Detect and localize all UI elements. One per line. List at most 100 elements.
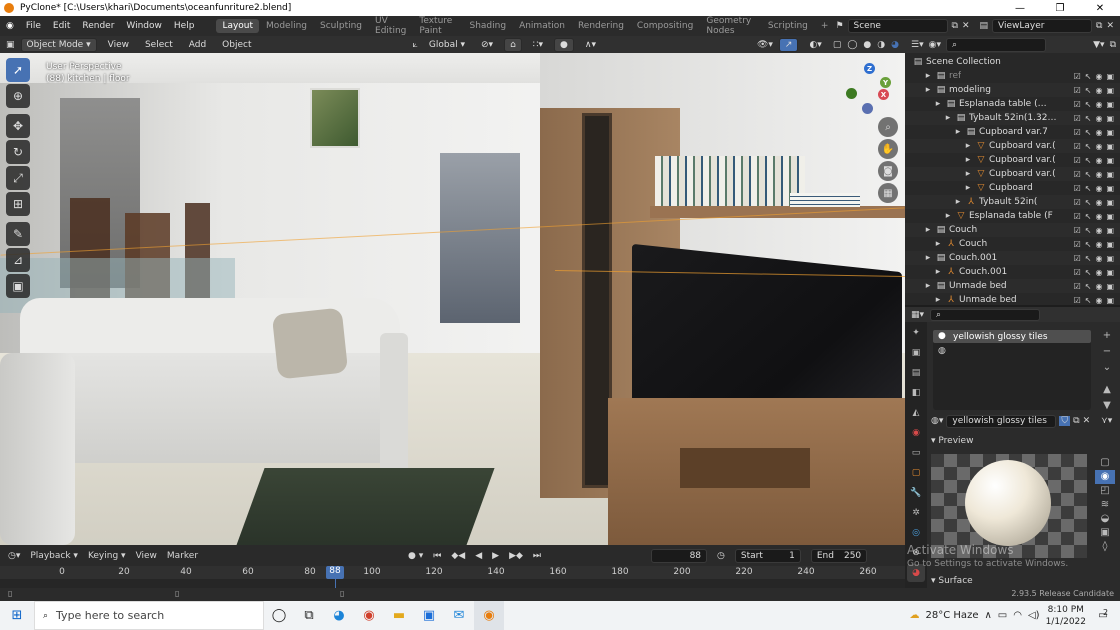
render-tab-icon[interactable]: ▣ [907, 344, 925, 362]
scene-tab-icon[interactable]: ◭ [907, 404, 925, 422]
close-icon[interactable]: ✕ [1080, 3, 1120, 14]
expand-arrow-icon[interactable]: ▸ [923, 85, 933, 95]
expand-arrow-icon[interactable]: ▸ [933, 239, 943, 249]
fake-user-icon[interactable]: ⛉ [1059, 416, 1071, 426]
checkbox-icon[interactable]: ☑ [1074, 268, 1081, 277]
tab-sculpting[interactable]: Sculpting [314, 19, 368, 33]
eye-icon[interactable]: ◉ [1095, 128, 1102, 137]
camera-icon[interactable]: ▣ [1106, 72, 1114, 81]
outliner-row[interactable]: ▸ ▽ Esplanada table (F ☑ ↖ ◉ ▣ [905, 209, 1120, 223]
particles-tab-icon[interactable]: ✲ [907, 504, 925, 522]
eye-icon[interactable]: ◉ [1095, 72, 1102, 81]
snap-target-icon[interactable]: ∷▾ [528, 39, 548, 51]
eye-icon[interactable]: ◉ [1095, 184, 1102, 193]
outliner-root[interactable]: ▤ Scene Collection [905, 55, 1120, 69]
select-arrow-icon[interactable]: ↖ [1085, 296, 1092, 305]
expand-arrow-icon[interactable]: ▸ [933, 267, 943, 277]
playback-menu[interactable]: Playback ▾ [30, 551, 78, 561]
view-layer-selector[interactable]: ViewLayer [992, 19, 1093, 33]
outliner-row[interactable]: ▸ ▽ Cupboard ☑ ↖ ◉ ▣ [905, 181, 1120, 195]
visibility-icon[interactable]: 👁▾ [757, 40, 773, 50]
editor-type-icon[interactable]: ▣ [6, 40, 15, 50]
empty-slot-icon[interactable]: ◍ [933, 343, 1091, 359]
eye-icon[interactable]: ◉ [1095, 100, 1102, 109]
annotate-icon[interactable]: ✎ [6, 222, 30, 246]
3d-viewport[interactable]: User Perspective (88) kitchen | floor Z … [0, 53, 905, 545]
tray-expand-icon[interactable]: ∧ [984, 610, 991, 621]
eye-icon[interactable]: ◉ [1095, 282, 1102, 291]
tab-animation[interactable]: Animation [513, 19, 571, 33]
measure-icon[interactable]: ⊿ [6, 248, 30, 272]
outliner-row[interactable]: ▸ ▤ Couch ☑ ↖ ◉ ▣ [905, 223, 1120, 237]
outliner-row[interactable]: ▸ ▤ Unmade bed ☑ ↖ ◉ ▣ [905, 279, 1120, 293]
select-arrow-icon[interactable]: ↖ [1085, 72, 1092, 81]
eye-icon[interactable]: ◉ [1095, 226, 1102, 235]
add-menu[interactable]: Add [184, 39, 211, 51]
outliner-row[interactable]: ▸ ▤ Cupboard var.7 ☑ ↖ ◉ ▣ [905, 125, 1120, 139]
select-arrow-icon[interactable]: ↖ [1085, 156, 1092, 165]
eye-icon[interactable]: ◉ [1095, 86, 1102, 95]
filter-icon[interactable]: ▼▾ [1093, 40, 1104, 50]
slot-specials-icon[interactable]: ⌄ [1099, 360, 1115, 376]
outliner-row[interactable]: ▸ ▽ Cupboard var.(☑ ↖ ◉ ▣ [905, 139, 1120, 153]
link-icon[interactable]: ⋎▾ [1101, 416, 1112, 426]
wifi-icon[interactable]: ◠ [1013, 610, 1022, 621]
start-frame-field[interactable]: Start 1 [734, 548, 801, 563]
physics-tab-icon[interactable]: ◎ [907, 524, 925, 542]
select-arrow-icon[interactable]: ↖ [1085, 226, 1092, 235]
pan-hand-icon[interactable]: ✋ [878, 139, 898, 159]
select-arrow-icon[interactable]: ↖ [1085, 240, 1092, 249]
notification-icon[interactable]: ▭ 2 [1092, 608, 1114, 621]
new-view-layer-icon[interactable]: ⧉ [1096, 21, 1102, 31]
camera-view-icon[interactable]: ◙ [878, 161, 898, 181]
select-arrow-icon[interactable]: ↖ [1085, 170, 1092, 179]
tab-modeling[interactable]: Modeling [260, 19, 313, 33]
select-arrow-icon[interactable]: ↖ [1085, 100, 1092, 109]
expand-arrow-icon[interactable]: ▸ [953, 127, 963, 137]
world-tab-icon[interactable]: ◉ [907, 424, 925, 442]
jump-end-icon[interactable]: ⏭ [533, 551, 541, 561]
camera-icon[interactable]: ▣ [1106, 86, 1114, 95]
outliner-editor-icon[interactable]: ☰▾ [911, 40, 924, 50]
blender-taskbar-icon[interactable]: ◉ [474, 601, 504, 630]
checkbox-icon[interactable]: ☑ [1074, 170, 1081, 179]
tab-texture-paint[interactable]: Texture Paint [413, 14, 462, 38]
menu-render[interactable]: Render [76, 21, 120, 31]
outliner-row[interactable]: ▸ ▤ modeling ☑ ↖ ◉ ▣ [905, 83, 1120, 97]
outliner-row[interactable]: ▸ ▤ Tybault 52in(1.32m) C ☑ ↖ ◉ ▣ [905, 111, 1120, 125]
tool-tab-icon[interactable]: ✦ [907, 324, 925, 342]
tab-scripting[interactable]: Scripting [762, 19, 814, 33]
object-menu[interactable]: Object [217, 39, 256, 51]
restore-icon[interactable]: ❐ [1040, 3, 1080, 14]
perspective-toggle-icon[interactable]: ▦ [878, 183, 898, 203]
tab-uv-editing[interactable]: UV Editing [369, 14, 412, 38]
checkbox-icon[interactable]: ☑ [1074, 282, 1081, 291]
axis-y-icon[interactable]: Y [880, 77, 891, 88]
taskbar-search-box[interactable]: ⌕ Type here to search [34, 601, 264, 630]
eye-icon[interactable]: ◉ [1095, 170, 1102, 179]
clock[interactable]: 8:10 PM 1/1/2022 [1046, 604, 1086, 628]
preview-cloth-icon[interactable]: ▣ [1095, 526, 1115, 540]
camera-icon[interactable]: ▣ [1106, 212, 1114, 221]
task-view-icon[interactable]: ⧉ [294, 601, 324, 630]
axis-neg-y-icon[interactable] [846, 88, 857, 99]
checkbox-icon[interactable]: ☑ [1074, 184, 1081, 193]
properties-search-input[interactable]: ⌕ [930, 308, 1041, 321]
select-arrow-icon[interactable]: ↖ [1085, 212, 1092, 221]
camera-icon[interactable]: ▣ [1106, 226, 1114, 235]
eye-icon[interactable]: ◉ [1095, 142, 1102, 151]
checkbox-icon[interactable]: ☑ [1074, 212, 1081, 221]
preview-panel-header[interactable]: ▾ Preview [931, 436, 973, 446]
select-arrow-icon[interactable]: ↖ [1085, 198, 1092, 207]
preview-hair-icon[interactable]: ≋ [1095, 498, 1115, 512]
jump-start-icon[interactable]: ⏮ [433, 551, 441, 561]
keying-menu[interactable]: Keying ▾ [88, 551, 126, 561]
select-arrow-icon[interactable]: ↖ [1085, 128, 1092, 137]
select-arrow-icon[interactable]: ↖ [1085, 254, 1092, 263]
preview-range-icon[interactable]: ◷ [717, 551, 725, 561]
select-arrow-icon[interactable]: ↖ [1085, 184, 1092, 193]
display-mode-icon[interactable]: ◉▾ [929, 40, 941, 50]
expand-arrow-icon[interactable]: ▸ [963, 155, 973, 165]
select-arrow-icon[interactable]: ↖ [1085, 268, 1092, 277]
shading-wireframe-icon[interactable]: ◯ [847, 40, 857, 50]
